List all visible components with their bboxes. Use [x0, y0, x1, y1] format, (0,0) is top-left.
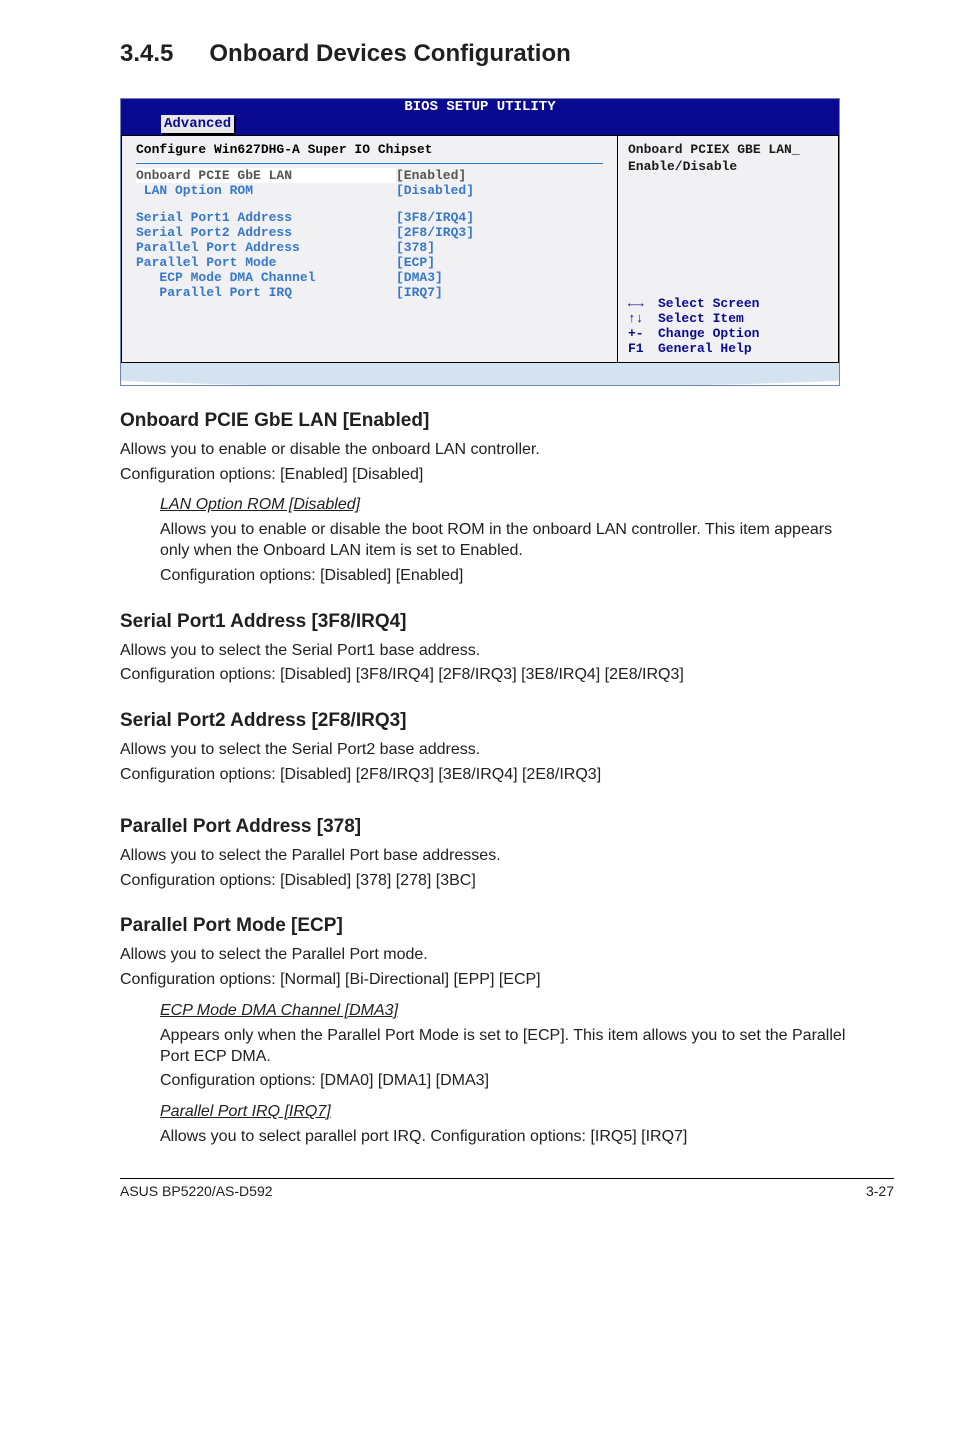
bios-panel: BIOS SETUP UTILITY Advanced Configure Wi… — [120, 98, 840, 386]
panel-bottom-curve — [121, 363, 839, 385]
subsection-heading: Serial Port1 Address [3F8/IRQ4] — [120, 611, 894, 633]
body-text: Configuration options: [Disabled] [378] … — [120, 871, 894, 892]
setting-value: [2F8/IRQ3] — [396, 225, 474, 240]
body-text: Allows you to select the Parallel Port m… — [120, 945, 894, 966]
legend-general-help: F1General Help — [628, 341, 828, 356]
setting-onboard-pcie-gbe-lan[interactable]: Onboard PCIE GbE LAN [Enabled] — [136, 168, 603, 183]
legend-select-item: ↑↓Select Item — [628, 311, 828, 326]
plusminus-icon: +- — [628, 326, 658, 341]
setting-value: [DMA3] — [396, 270, 443, 285]
updown-arrows-icon: ↑↓ — [628, 311, 658, 326]
subsection-heading: Parallel Port Mode [ECP] — [120, 915, 894, 937]
body-text: Appears only when the Parallel Port Mode… — [160, 1026, 854, 1068]
setting-label: Serial Port1 Address — [136, 210, 396, 225]
bios-settings-pane: Configure Win627DHG-A Super IO Chipset O… — [121, 135, 617, 363]
setting-ecp-mode-dma-channel[interactable]: ECP Mode DMA Channel [DMA3] — [136, 270, 603, 285]
setting-label: Onboard PCIE GbE LAN — [136, 168, 396, 183]
section-number: 3.4.5 — [120, 40, 173, 68]
leftright-arrows-icon: ←→ — [628, 296, 658, 311]
setting-label: Parallel Port Mode — [136, 255, 396, 270]
setting-parallel-port-irq[interactable]: Parallel Port IRQ [IRQ7] — [136, 285, 603, 300]
setting-value: [378] — [396, 240, 435, 255]
legend-label: Select Screen — [658, 296, 759, 311]
legend-label: Select Item — [658, 311, 744, 326]
setting-lan-option-rom[interactable]: LAN Option ROM [Disabled] — [136, 183, 603, 198]
help-text-line: Onboard PCIEX GBE LAN_ — [628, 142, 828, 159]
page-footer: ASUS BP5220/AS-D592 3-27 — [120, 1179, 894, 1199]
key-legend: ←→Select Screen ↑↓Select Item +-Change O… — [628, 296, 828, 356]
subsection-heading: Parallel Port Address [378] — [120, 816, 894, 838]
body-text: Allows you to select parallel port IRQ. … — [160, 1127, 854, 1148]
setting-label: ECP Mode DMA Channel — [136, 270, 396, 285]
bios-pane-title: Configure Win627DHG-A Super IO Chipset — [136, 142, 603, 157]
f1-key-icon: F1 — [628, 341, 658, 356]
body-text: Configuration options: [Enabled] [Disabl… — [120, 465, 894, 486]
bios-help-pane: Onboard PCIEX GBE LAN_ Enable/Disable ←→… — [617, 135, 839, 363]
setting-label: Parallel Port Address — [136, 240, 396, 255]
body-text: Allows you to select the Serial Port2 ba… — [120, 740, 894, 761]
setting-value: [3F8/IRQ4] — [396, 210, 474, 225]
setting-parallel-port-mode[interactable]: Parallel Port Mode [ECP] — [136, 255, 603, 270]
sub-option-heading: LAN Option ROM [Disabled] — [160, 495, 854, 516]
section-title: Onboard Devices Configuration — [209, 40, 570, 67]
footer-page-number: 3-27 — [866, 1183, 894, 1199]
setting-value: [IRQ7] — [396, 285, 443, 300]
setting-serial-port1-address[interactable]: Serial Port1 Address [3F8/IRQ4] — [136, 210, 603, 225]
body-text: Allows you to select the Parallel Port b… — [120, 846, 894, 867]
body-text: Configuration options: [Disabled] [3F8/I… — [120, 665, 894, 686]
bios-title: BIOS SETUP UTILITY — [121, 99, 839, 115]
body-text: Configuration options: [Disabled] [Enabl… — [160, 566, 854, 587]
help-text-line: Enable/Disable — [628, 159, 828, 176]
divider — [136, 163, 603, 164]
subsection-heading: Serial Port2 Address [2F8/IRQ3] — [120, 710, 894, 732]
legend-change-option: +-Change Option — [628, 326, 828, 341]
setting-label: Serial Port2 Address — [136, 225, 396, 240]
body-text: Allows you to enable or disable the onbo… — [120, 440, 894, 461]
setting-parallel-port-address[interactable]: Parallel Port Address [378] — [136, 240, 603, 255]
body-text: Allows you to enable or disable the boot… — [160, 520, 854, 562]
sub-option-heading: Parallel Port IRQ [IRQ7] — [160, 1102, 854, 1123]
legend-label: Change Option — [658, 326, 759, 341]
legend-label: General Help — [658, 341, 752, 356]
body-text: Configuration options: [Disabled] [2F8/I… — [120, 765, 894, 786]
body-text: Allows you to select the Serial Port1 ba… — [120, 641, 894, 662]
section-heading: 3.4.5 Onboard Devices Configuration — [120, 40, 894, 68]
setting-label: LAN Option ROM — [136, 183, 396, 198]
setting-value: [Enabled] — [396, 168, 466, 183]
body-text: Configuration options: [DMA0] [DMA1] [DM… — [160, 1071, 854, 1092]
setting-value: [ECP] — [396, 255, 435, 270]
subsection-heading: Onboard PCIE GbE LAN [Enabled] — [120, 410, 894, 432]
sub-option-heading: ECP Mode DMA Channel [DMA3] — [160, 1001, 854, 1022]
body-text: Configuration options: [Normal] [Bi-Dire… — [120, 970, 894, 991]
bios-tab-row: Advanced — [121, 115, 839, 135]
setting-value: [Disabled] — [396, 183, 474, 198]
legend-select-screen: ←→Select Screen — [628, 296, 828, 311]
footer-product: ASUS BP5220/AS-D592 — [120, 1183, 273, 1199]
advanced-tab[interactable]: Advanced — [161, 115, 234, 133]
setting-serial-port2-address[interactable]: Serial Port2 Address [2F8/IRQ3] — [136, 225, 603, 240]
setting-label: Parallel Port IRQ — [136, 285, 396, 300]
